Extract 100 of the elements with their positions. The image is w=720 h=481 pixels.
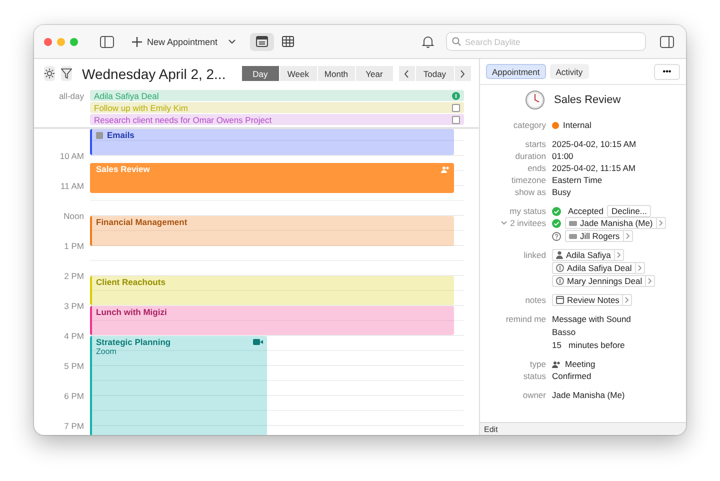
- chevron-icon: [626, 233, 630, 239]
- field-value: Busy: [552, 186, 572, 198]
- event-title: Adila Safiya Deal: [94, 90, 159, 100]
- chevron-icon: [616, 252, 621, 258]
- filter-button[interactable]: [61, 66, 72, 81]
- hour-label: 5 PM: [63, 360, 84, 373]
- filter-icon: [61, 68, 72, 79]
- person-icon: [556, 251, 563, 259]
- reminder-text: Basso: [552, 326, 576, 338]
- event-title: Financial Management: [96, 217, 188, 227]
- linked-item-chip[interactable]: Mary Jennings Deal: [552, 275, 656, 287]
- field-label: type: [530, 359, 546, 369]
- hour-label: 11 AM: [60, 180, 84, 193]
- hour-label: 2 PM: [63, 270, 84, 283]
- disclosure-icon[interactable]: [501, 221, 508, 225]
- chevron-icon: [658, 220, 663, 226]
- calendar-event[interactable]: Financial Management: [90, 216, 454, 246]
- check-icon: [552, 206, 561, 216]
- plus-icon: [132, 36, 142, 46]
- invitee-chip[interactable]: Jill Rogers: [565, 230, 633, 242]
- reminder-text: Message with Sound: [552, 313, 631, 325]
- field-value: Jade Manisha (Me): [552, 389, 626, 401]
- field-value: Confirmed: [552, 370, 592, 382]
- field-label: remind me: [506, 314, 546, 324]
- deal-icon: [556, 277, 564, 285]
- task-checkbox[interactable]: [452, 116, 460, 124]
- event-title: Emails: [107, 130, 134, 140]
- next-button[interactable]: [454, 66, 471, 81]
- linked-item-chip[interactable]: Adila Safiya: [552, 249, 624, 261]
- linked-item-chip[interactable]: Review Notes: [552, 294, 632, 306]
- field-value: Accepted: [568, 206, 604, 216]
- field-label: category: [513, 120, 546, 130]
- gear-icon: [44, 68, 55, 79]
- search-field[interactable]: Search Daylite: [446, 32, 646, 51]
- field-label: timezone: [512, 175, 546, 185]
- decline-button[interactable]: Decline...: [607, 205, 651, 217]
- chevron-right-icon: [460, 70, 466, 78]
- deal-icon: [452, 92, 460, 100]
- field-label: 2 invitees: [510, 218, 546, 228]
- event-title: Client Reachouts: [96, 277, 166, 287]
- calendar-event[interactable]: Emails: [90, 129, 454, 155]
- deal-icon: [556, 264, 564, 272]
- chevron-left-icon: [404, 70, 410, 78]
- linked-item-chip[interactable]: Adila Safiya Deal: [552, 262, 645, 274]
- hour-label: Noon: [62, 210, 84, 223]
- settings-button[interactable]: [44, 66, 55, 81]
- previous-button[interactable]: [398, 66, 415, 81]
- search-icon: [452, 37, 461, 46]
- field-label: owner: [522, 390, 546, 400]
- task-checkbox[interactable]: [452, 104, 460, 112]
- field-value: Internal: [563, 120, 592, 130]
- more-button[interactable]: •••: [654, 64, 680, 80]
- people-icon: [441, 166, 450, 172]
- event-title: Follow up with Emily Kim: [94, 102, 188, 112]
- sidebar-toggle-icon[interactable]: [100, 36, 114, 48]
- event-title: Research client needs for Omar Owens Project: [94, 114, 272, 124]
- clock-icon: [525, 90, 545, 110]
- chevron-icon: [625, 297, 630, 303]
- field-label: my status: [510, 206, 546, 216]
- date-title: Wednesday April 2, 2...: [82, 66, 226, 82]
- new-appointment-button[interactable]: New Appointment: [128, 32, 222, 52]
- bell-icon[interactable]: [422, 35, 434, 48]
- close-icon[interactable]: [44, 38, 52, 46]
- edit-button[interactable]: Edit: [484, 424, 498, 434]
- range-tab[interactable]: Year: [356, 66, 393, 81]
- calendar-event[interactable]: Strategic Planning Zoom: [90, 336, 267, 435]
- hour-label: 7 PM: [63, 420, 84, 433]
- people-icon: [552, 360, 561, 368]
- event-title: Sales Review: [96, 164, 150, 174]
- range-tab[interactable]: Day: [242, 66, 279, 81]
- field-value: Eastern Time: [552, 174, 604, 186]
- inspector-tab[interactable]: Appointment: [486, 64, 546, 79]
- range-tab[interactable]: Month: [318, 66, 355, 81]
- field-value: 2025-04-02, 11:15 AM: [552, 162, 636, 174]
- video-camera-icon: [253, 339, 263, 345]
- event-location: Zoom: [96, 347, 118, 356]
- hour-label: 3 PM: [63, 300, 84, 313]
- field-value: 2025-04-02, 10:15 AM: [552, 138, 638, 150]
- field-label: notes: [525, 295, 546, 305]
- reminder-text: 15 minutes before: [552, 339, 625, 351]
- calendar-view-icon[interactable]: [250, 32, 274, 50]
- inspector-toggle-icon[interactable]: [660, 36, 674, 48]
- invitee-chip[interactable]: Jade Manisha (Me): [565, 217, 666, 229]
- field-value: 01:00: [552, 150, 574, 162]
- calendar-event[interactable]: Lunch with Migizi: [90, 306, 454, 335]
- field-label: show as: [514, 187, 546, 197]
- range-tab[interactable]: Week: [280, 66, 317, 81]
- caret-icon[interactable]: [228, 39, 236, 44]
- chevron-icon: [648, 278, 652, 284]
- field-value: Meeting: [565, 359, 596, 369]
- hour-label: 10 AM: [58, 150, 84, 163]
- field-label: ends: [528, 163, 546, 173]
- field-label: starts: [525, 139, 546, 149]
- event-title: Lunch with Migizi: [96, 307, 167, 317]
- today-button[interactable]: Today: [416, 66, 454, 81]
- event-title: Strategic Planning: [96, 337, 171, 347]
- field-label: linked: [524, 250, 546, 260]
- hour-label: 6 PM: [63, 390, 84, 403]
- all-day-label: all-day: [58, 90, 84, 103]
- inspector-tab[interactable]: Activity: [550, 64, 589, 79]
